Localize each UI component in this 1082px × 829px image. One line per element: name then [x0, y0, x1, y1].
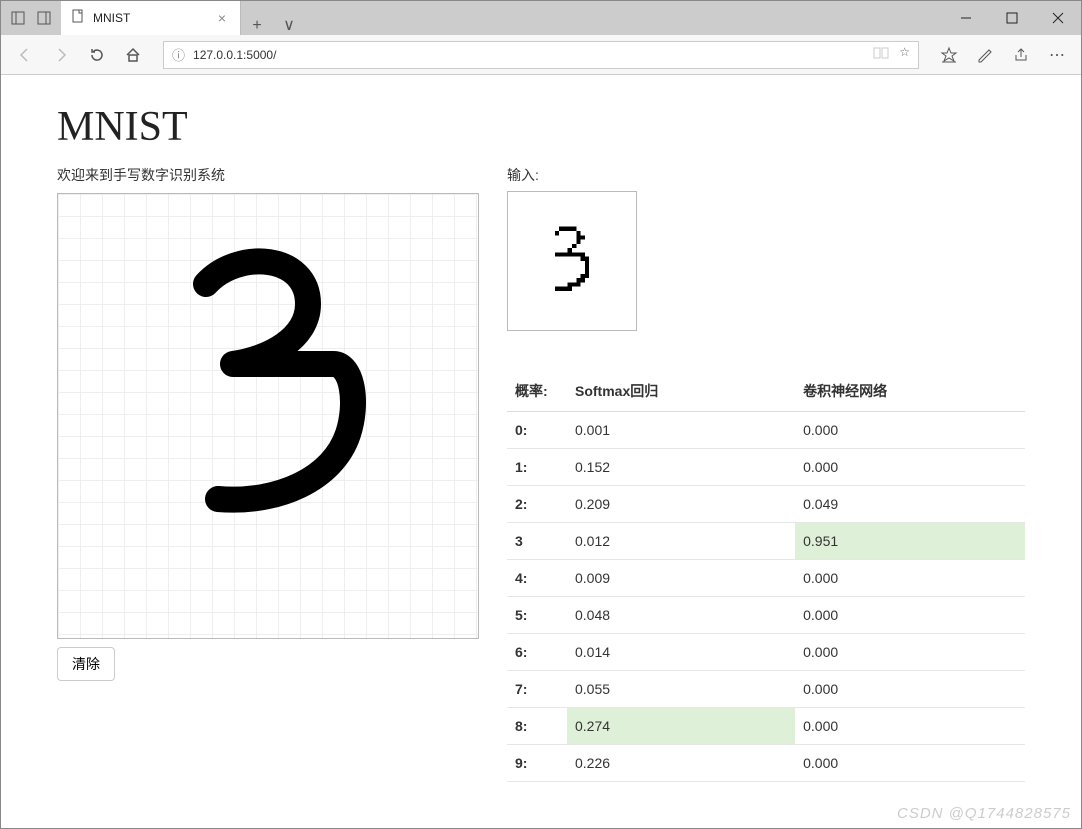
browser-tab[interactable]: MNIST ×	[61, 1, 241, 35]
page-icon	[71, 9, 85, 28]
row-label: 9:	[507, 745, 567, 782]
softmax-cell: 0.048	[567, 597, 795, 634]
cnn-cell: 0.000	[795, 597, 1025, 634]
nav-forward-button[interactable]	[49, 43, 73, 67]
table-row: 9:0.2260.000	[507, 745, 1025, 782]
reading-view-icon[interactable]	[873, 45, 889, 64]
window-minimize-button[interactable]	[943, 1, 989, 35]
table-row: 5:0.0480.000	[507, 597, 1025, 634]
tab-overflow-icon[interactable]: ∨	[273, 15, 305, 35]
col-header-cnn: 卷积神经网络	[795, 371, 1025, 412]
row-label: 5:	[507, 597, 567, 634]
softmax-cell: 0.012	[567, 523, 795, 560]
cnn-cell: 0.951	[795, 523, 1025, 560]
more-icon[interactable]: ⋯	[1045, 43, 1069, 67]
cnn-cell: 0.000	[795, 671, 1025, 708]
row-label: 1:	[507, 449, 567, 486]
table-row: 2:0.2090.049	[507, 486, 1025, 523]
nav-back-button[interactable]	[13, 43, 37, 67]
softmax-cell: 0.009	[567, 560, 795, 597]
notes-icon[interactable]	[973, 43, 997, 67]
browser-toolbar: ⓘ 127.0.0.1:5000/ ☆ ⋯	[1, 35, 1081, 75]
tab-close-icon[interactable]: ×	[214, 10, 230, 26]
cnn-cell: 0.000	[795, 708, 1025, 745]
softmax-cell: 0.274	[567, 708, 795, 745]
table-row: 7:0.0550.000	[507, 671, 1025, 708]
cnn-cell: 0.000	[795, 745, 1025, 782]
table-row: 1:0.1520.000	[507, 449, 1025, 486]
window-close-button[interactable]	[1035, 1, 1081, 35]
cnn-cell: 0.000	[795, 412, 1025, 449]
table-row: 30.0120.951	[507, 523, 1025, 560]
page-title: MNIST	[57, 103, 1025, 151]
softmax-cell: 0.055	[567, 671, 795, 708]
row-label: 3	[507, 523, 567, 560]
table-row: 0:0.0010.000	[507, 412, 1025, 449]
clear-button[interactable]: 清除	[57, 647, 115, 681]
nav-refresh-button[interactable]	[85, 43, 109, 67]
new-tab-button[interactable]: +	[241, 17, 273, 35]
page-subtitle: 欢迎来到手写数字识别系统	[57, 165, 481, 185]
row-label: 4:	[507, 560, 567, 597]
softmax-cell: 0.226	[567, 745, 795, 782]
row-label: 0:	[507, 412, 567, 449]
url-bar[interactable]: ⓘ 127.0.0.1:5000/ ☆	[163, 41, 919, 69]
cnn-cell: 0.000	[795, 634, 1025, 671]
table-row: 8:0.2740.000	[507, 708, 1025, 745]
nav-home-button[interactable]	[121, 43, 145, 67]
cnn-cell: 0.049	[795, 486, 1025, 523]
site-info-icon[interactable]: ⓘ	[172, 45, 185, 64]
softmax-cell: 0.014	[567, 634, 795, 671]
window-maximize-button[interactable]	[989, 1, 1035, 35]
row-label: 2:	[507, 486, 567, 523]
page-content: MNIST 欢迎来到手写数字识别系统 清除 输入:	[1, 75, 1081, 828]
sidebar-toggle-icon[interactable]	[9, 9, 27, 27]
favorite-icon[interactable]: ☆	[899, 45, 910, 64]
favorites-list-icon[interactable]	[937, 43, 961, 67]
input-thumbnail	[507, 191, 637, 331]
share-icon[interactable]	[1009, 43, 1033, 67]
table-row: 4:0.0090.000	[507, 560, 1025, 597]
table-row: 6:0.0140.000	[507, 634, 1025, 671]
row-label: 7:	[507, 671, 567, 708]
row-label: 6:	[507, 634, 567, 671]
tab-title: MNIST	[93, 11, 130, 25]
row-label: 8:	[507, 708, 567, 745]
softmax-cell: 0.209	[567, 486, 795, 523]
softmax-cell: 0.152	[567, 449, 795, 486]
drawing-canvas[interactable]	[57, 193, 479, 639]
cnn-cell: 0.000	[795, 560, 1025, 597]
restore-tabs-icon[interactable]	[35, 9, 53, 27]
col-header-softmax: Softmax回归	[567, 371, 795, 412]
cnn-cell: 0.000	[795, 449, 1025, 486]
softmax-cell: 0.001	[567, 412, 795, 449]
url-text: 127.0.0.1:5000/	[193, 48, 276, 62]
input-label: 输入:	[507, 165, 1025, 185]
window-titlebar: MNIST × + ∨	[1, 1, 1081, 35]
probability-table: 概率: Softmax回归 卷积神经网络 0:0.0010.0001:0.152…	[507, 371, 1025, 782]
col-header-prob: 概率:	[507, 371, 567, 412]
